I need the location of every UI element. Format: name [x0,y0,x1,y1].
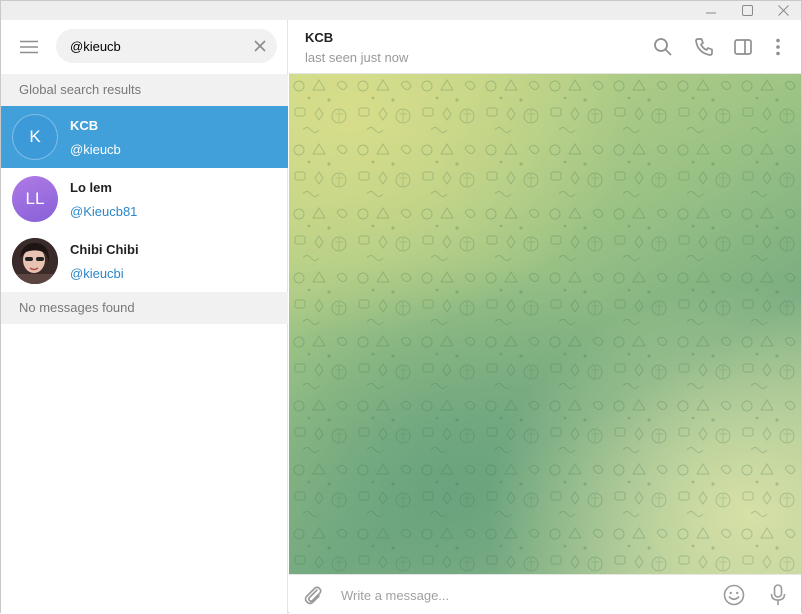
avatar: LL [12,176,58,222]
result-name: Chibi Chibi [70,242,139,257]
search-box [56,29,277,63]
title-bar [1,1,801,20]
message-composer [289,574,801,614]
emoji-button[interactable] [722,583,746,607]
close-icon [777,4,789,16]
call-button[interactable] [692,35,716,59]
maximize-button[interactable] [729,1,765,19]
no-messages-header: No messages found [1,292,288,324]
search-icon [654,38,672,56]
global-results-header: Global search results [1,74,288,106]
chat-status: last seen just now [305,50,409,65]
result-username: @kieucbi [70,266,124,281]
maximize-icon [741,4,753,16]
result-username: @kieucb [70,142,121,157]
microphone-icon [770,584,786,605]
close-window-button[interactable] [765,1,801,19]
search-result-item[interactable]: LL Lo lem @Kieucb81 [1,168,288,230]
search-result-item[interactable]: K KCB @kieucb [1,106,288,168]
result-name: Lo lem [70,180,112,195]
voice-message-button[interactable] [766,583,790,607]
minimize-icon [706,12,716,14]
search-chat-button[interactable] [651,35,675,59]
sidebar: Global search results K KCB @kieucb LL L… [1,20,288,614]
result-username: @Kieucb81 [70,204,138,219]
sidebar-toggle-icon [734,39,752,55]
message-input[interactable] [341,581,701,609]
clear-search-button[interactable] [251,37,269,55]
more-vertical-icon [776,38,780,56]
chat-header[interactable]: KCB last seen just now [289,20,801,74]
chat-background [289,74,801,574]
paperclip-icon [304,586,322,605]
toggle-info-button[interactable] [731,35,755,59]
phone-icon [695,38,713,56]
search-result-item[interactable]: Chibi Chibi @kieucbi [1,230,288,292]
chat-title: KCB [305,30,334,45]
more-options-button[interactable] [766,35,790,59]
chat-panel: KCB last seen just now [289,20,801,614]
app-window: Global search results K KCB @kieucb LL L… [0,0,802,614]
avatar: K [12,114,58,160]
doodle-pattern-icon [289,74,801,574]
main-menu-button[interactable] [11,34,47,60]
result-name: KCB [70,118,99,133]
search-input[interactable] [70,29,245,63]
attach-button[interactable] [301,583,325,607]
minimize-button[interactable] [693,1,729,19]
emoji-icon [723,584,745,606]
profile-photo-icon [12,238,58,284]
close-icon [254,40,266,52]
hamburger-menu-icon [20,40,38,54]
avatar-photo [12,238,58,284]
